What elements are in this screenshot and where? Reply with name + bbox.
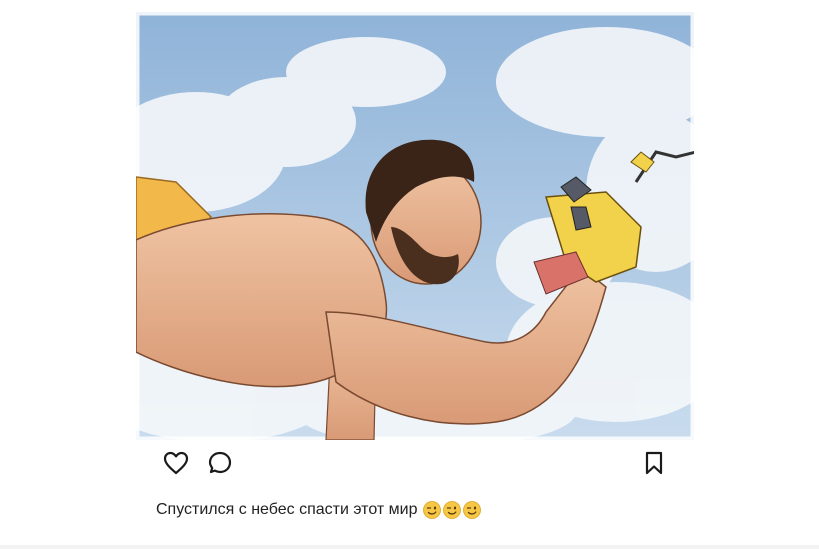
action-bar bbox=[160, 448, 666, 478]
post-illustration bbox=[136, 12, 694, 440]
winking-face-icon bbox=[423, 501, 442, 519]
winking-face-icon bbox=[463, 501, 482, 519]
comment-bubble-icon[interactable] bbox=[207, 450, 235, 476]
post-caption: Спустился с небес спасти этот мир bbox=[156, 501, 482, 519]
post-image bbox=[136, 12, 694, 440]
heart-icon[interactable] bbox=[162, 450, 190, 476]
caption-text: Спустился с небес спасти этот мир bbox=[156, 501, 418, 518]
winking-face-icon bbox=[443, 501, 462, 519]
bookmark-icon[interactable] bbox=[640, 450, 668, 476]
bottom-divider bbox=[0, 545, 819, 549]
caption-emojis bbox=[423, 501, 482, 519]
